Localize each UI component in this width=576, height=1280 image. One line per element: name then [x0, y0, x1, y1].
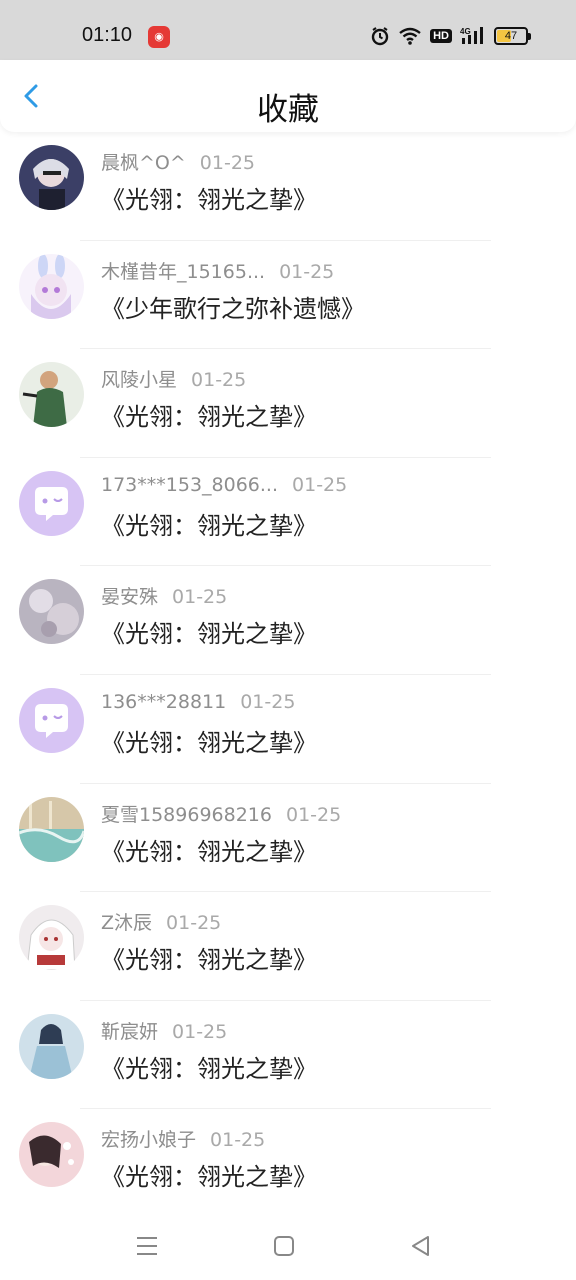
avatar[interactable]	[19, 905, 84, 971]
battery-indicator: 47	[494, 27, 531, 45]
item-meta: 木槿昔年_15165... 01-25	[101, 257, 334, 284]
home-square-icon	[274, 1236, 294, 1256]
date: 01-25	[166, 912, 222, 935]
avatar[interactable]	[19, 470, 84, 536]
favorite-list-item[interactable]: 木槿昔年_15165... 01-25 《少年歌行之弥补遗憾》	[0, 241, 576, 350]
date: 01-25	[210, 1129, 266, 1152]
date: 01-25	[285, 803, 342, 826]
book-title[interactable]: 《光翎：翎光之挚》	[101, 397, 317, 432]
book-title[interactable]: 《光翎：翎光之挚》	[101, 506, 317, 541]
item-meta: 晏安殊 01-25	[101, 582, 227, 609]
item-meta: 宏扬小娘子 01-25	[101, 1125, 265, 1152]
username: 晏安殊	[101, 586, 159, 609]
date: 01-25	[292, 473, 348, 496]
favorite-list-item[interactable]: 晏安殊 01-25 《光翎：翎光之挚》	[0, 566, 576, 675]
username: 晨枫^O^	[101, 152, 186, 174]
page-title: 收藏	[257, 92, 319, 128]
menu-button[interactable]	[133, 1232, 161, 1260]
date: 01-25	[199, 152, 256, 174]
username: 木槿昔年_15165...	[101, 260, 266, 283]
svg-text:4G: 4G	[460, 27, 471, 36]
username: 136***28811	[101, 690, 227, 713]
date: 01-25	[172, 586, 228, 609]
favorite-list-item[interactable]: 136***28811 01-25 《光翎：翎光之挚》	[0, 675, 576, 784]
favorite-list-item[interactable]: Z沐辰 01-25 《光翎：翎光之挚》	[0, 892, 576, 1001]
favorites-list: 晨枫^O^ 01-25 《光翎：翎光之挚》 木槿昔年_15165... 01-25 《少年…	[0, 132, 576, 1218]
favorite-list-item[interactable]: 风陵小星 01-25 《光翎：翎光之挚》	[0, 349, 576, 458]
item-meta: 173***153_8066... 01-25	[101, 474, 347, 496]
avatar[interactable]	[19, 1013, 84, 1079]
book-title[interactable]: 《光翎：翎光之挚》	[101, 723, 317, 758]
notification-app-icon: ◉	[148, 26, 170, 48]
book-title[interactable]: 《光翎：翎光之挚》	[101, 614, 317, 649]
status-time: 01:10	[82, 24, 133, 46]
username: 173***153_8066...	[101, 473, 279, 496]
item-meta: 136***28811 01-25	[101, 691, 295, 713]
avatar[interactable]	[19, 253, 84, 319]
item-meta: Z沐辰 01-25	[101, 908, 221, 935]
menu-icon	[137, 1237, 157, 1255]
date: 01-25	[172, 1020, 228, 1043]
username: 风陵小星	[101, 369, 178, 392]
avatar[interactable]	[19, 796, 84, 862]
hd-badge: HD	[430, 29, 452, 43]
book-title[interactable]: 《光翎：翎光之挚》	[101, 1049, 317, 1084]
username: Z沐辰	[101, 912, 153, 935]
back-triangle-icon	[412, 1236, 429, 1256]
signal-icon: 4G	[460, 27, 483, 44]
avatar[interactable]	[19, 362, 84, 428]
alarm-icon	[371, 27, 389, 46]
date: 01-25	[240, 690, 296, 713]
favorite-list-item[interactable]: 夏雪15896968216 01-25 《光翎：翎光之挚》	[0, 784, 576, 893]
item-meta: 风陵小星 01-25	[101, 365, 246, 392]
book-title[interactable]: 《光翎：翎光之挚》	[101, 180, 317, 215]
username: 夏雪15896968216	[101, 803, 272, 826]
favorite-list-item[interactable]: 宏扬小娘子 01-25 《光翎：翎光之挚》	[0, 1109, 576, 1218]
item-meta: 夏雪15896968216 01-25	[101, 800, 341, 827]
item-meta: 晨枫^O^ 01-25	[101, 148, 255, 175]
book-title[interactable]: 《光翎：翎光之挚》	[101, 940, 317, 975]
date: 01-25	[279, 260, 335, 283]
date: 01-25	[191, 369, 247, 392]
back-nav-button[interactable]	[407, 1232, 435, 1260]
book-title[interactable]: 《少年歌行之弥补遗憾》	[101, 289, 365, 324]
wifi-icon	[399, 27, 421, 45]
avatar[interactable]	[19, 145, 84, 210]
item-meta: 靳宸妍 01-25	[101, 1017, 227, 1044]
system-nav-bar	[0, 1212, 576, 1280]
book-title[interactable]: 《光翎：翎光之挚》	[101, 832, 317, 867]
favorite-list-item[interactable]: 晨枫^O^ 01-25 《光翎：翎光之挚》	[0, 132, 576, 241]
status-bar: 01:10 ◉ HD 4G 47	[0, 0, 576, 60]
favorite-list-item[interactable]: 靳宸妍 01-25 《光翎：翎光之挚》	[0, 1001, 576, 1110]
avatar[interactable]	[19, 1122, 84, 1188]
username: 宏扬小娘子	[101, 1129, 197, 1152]
favorite-list-item[interactable]: 173***153_8066... 01-25 《光翎：翎光之挚》	[0, 458, 576, 567]
username: 靳宸妍	[101, 1020, 159, 1043]
avatar[interactable]	[19, 687, 84, 753]
status-icons: HD 4G 47	[370, 26, 531, 46]
home-button[interactable]	[270, 1232, 298, 1260]
header: 收藏	[0, 60, 576, 132]
book-title[interactable]: 《光翎：翎光之挚》	[101, 1157, 317, 1192]
battery-level: 47	[504, 30, 518, 42]
avatar[interactable]	[19, 579, 84, 645]
